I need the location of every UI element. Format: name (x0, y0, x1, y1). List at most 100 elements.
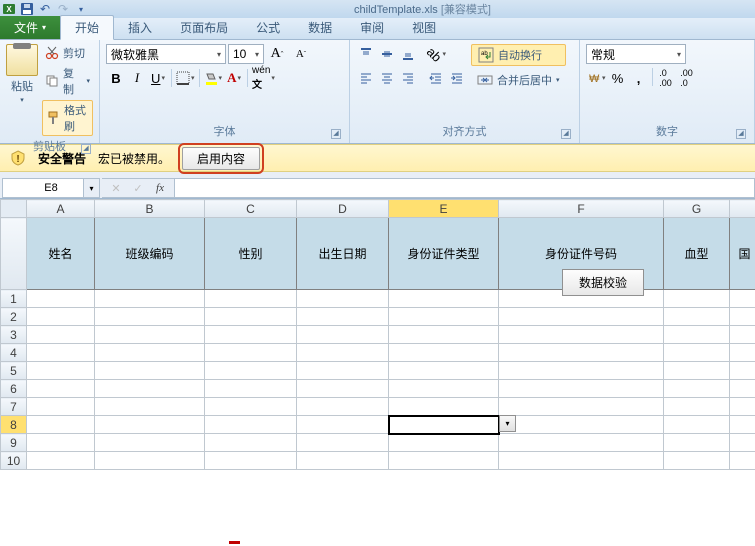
cell[interactable] (95, 344, 205, 362)
cell[interactable] (27, 326, 95, 344)
cell[interactable] (297, 344, 389, 362)
underline-button[interactable]: U▾ (148, 68, 168, 88)
row-header-5[interactable]: 5 (1, 362, 27, 380)
cell[interactable] (27, 398, 95, 416)
cell[interactable] (205, 308, 297, 326)
qat-dropdown-icon[interactable]: ▾ (74, 2, 88, 16)
cell[interactable] (95, 326, 205, 344)
cell[interactable] (27, 416, 95, 434)
cell[interactable] (297, 362, 389, 380)
tab-review[interactable]: 审阅 (346, 16, 398, 39)
tab-page-layout[interactable]: 页面布局 (166, 16, 242, 39)
percent-button[interactable]: % (608, 68, 628, 88)
enable-content-button[interactable]: 启用内容 (182, 147, 260, 170)
select-all-corner[interactable] (1, 200, 27, 218)
cell[interactable] (95, 452, 205, 470)
cell[interactable] (730, 344, 755, 362)
data-header-cell[interactable]: 国 (730, 218, 755, 290)
cell[interactable] (499, 362, 664, 380)
cell[interactable] (297, 380, 389, 398)
cell[interactable] (205, 452, 297, 470)
cell[interactable] (389, 452, 499, 470)
border-button[interactable]: ▾ (175, 68, 196, 88)
redo-icon[interactable]: ↷ (56, 2, 70, 16)
cell[interactable] (27, 290, 95, 308)
dialog-launcher-icon[interactable]: ◢ (81, 144, 91, 154)
tab-view[interactable]: 视图 (398, 16, 450, 39)
font-size-combo[interactable]: 10 ▾ (228, 44, 264, 64)
cell[interactable] (205, 380, 297, 398)
bold-button[interactable]: B (106, 68, 126, 88)
row-header-6[interactable]: 6 (1, 380, 27, 398)
data-header-cell[interactable]: 性别 (205, 218, 297, 290)
cell[interactable] (730, 416, 755, 434)
orientation-button[interactable]: ab▾ (426, 44, 447, 64)
row-header-9[interactable]: 9 (1, 434, 27, 452)
cell[interactable] (389, 344, 499, 362)
cell[interactable] (499, 308, 664, 326)
cell[interactable] (205, 326, 297, 344)
data-header-cell[interactable]: 血型 (664, 218, 730, 290)
increase-decimal-button[interactable]: .0.00 (656, 68, 676, 88)
cell[interactable] (664, 398, 730, 416)
cell[interactable] (27, 308, 95, 326)
cell[interactable] (389, 362, 499, 380)
paste-button[interactable]: 粘贴 ▾ (6, 44, 38, 136)
cell[interactable] (297, 434, 389, 452)
cell[interactable] (27, 434, 95, 452)
cell[interactable] (499, 434, 664, 452)
formula-input[interactable] (175, 178, 755, 198)
cell[interactable] (95, 380, 205, 398)
cell[interactable] (664, 362, 730, 380)
cell[interactable] (499, 398, 664, 416)
cell[interactable] (730, 452, 755, 470)
cell[interactable] (205, 290, 297, 308)
cell[interactable] (95, 416, 205, 434)
enter-icon[interactable]: ✓ (130, 180, 146, 196)
fill-color-button[interactable]: ▾ (203, 68, 224, 88)
cell[interactable] (730, 380, 755, 398)
cell[interactable] (499, 326, 664, 344)
cell[interactable] (95, 434, 205, 452)
cell[interactable] (95, 290, 205, 308)
dialog-launcher-icon[interactable]: ◢ (331, 129, 341, 139)
italic-button[interactable]: I (127, 68, 147, 88)
cell[interactable] (664, 452, 730, 470)
cell[interactable] (664, 326, 730, 344)
cell[interactable] (664, 434, 730, 452)
cell[interactable] (389, 398, 499, 416)
cell[interactable] (297, 416, 389, 434)
data-header-cell[interactable]: 出生日期 (297, 218, 389, 290)
decrease-decimal-button[interactable]: .00.0 (677, 68, 697, 88)
row-header-10[interactable]: 10 (1, 452, 27, 470)
data-header-cell[interactable]: 班级编码 (95, 218, 205, 290)
font-color-button[interactable]: A ▾ (224, 68, 244, 88)
cell[interactable] (297, 290, 389, 308)
cell[interactable] (389, 380, 499, 398)
cell[interactable] (297, 452, 389, 470)
shrink-font-button[interactable]: Aˇ (290, 44, 312, 64)
cell[interactable] (730, 398, 755, 416)
row-header-2[interactable]: 2 (1, 308, 27, 326)
cell[interactable] (389, 308, 499, 326)
tab-insert[interactable]: 插入 (114, 16, 166, 39)
cell[interactable] (389, 434, 499, 452)
cell[interactable] (664, 380, 730, 398)
cell[interactable] (664, 308, 730, 326)
cell[interactable] (205, 416, 297, 434)
phonetic-button[interactable]: wén文 ▾ (251, 68, 276, 88)
cell[interactable] (664, 290, 730, 308)
cell[interactable] (27, 452, 95, 470)
cell[interactable] (95, 308, 205, 326)
row-header-1[interactable]: 1 (1, 290, 27, 308)
wrap-text-button[interactable]: ab 自动换行 (471, 44, 566, 66)
cell[interactable] (730, 434, 755, 452)
cell[interactable] (730, 362, 755, 380)
data-header-cell[interactable]: 身份证件类型 (389, 218, 499, 290)
dialog-launcher-icon[interactable]: ◢ (561, 129, 571, 139)
cell[interactable] (205, 398, 297, 416)
cell[interactable] (95, 398, 205, 416)
cell[interactable] (205, 344, 297, 362)
merge-center-button[interactable]: 合并后居中 ▾ (471, 70, 566, 90)
tab-home[interactable]: 开始 (60, 15, 114, 40)
